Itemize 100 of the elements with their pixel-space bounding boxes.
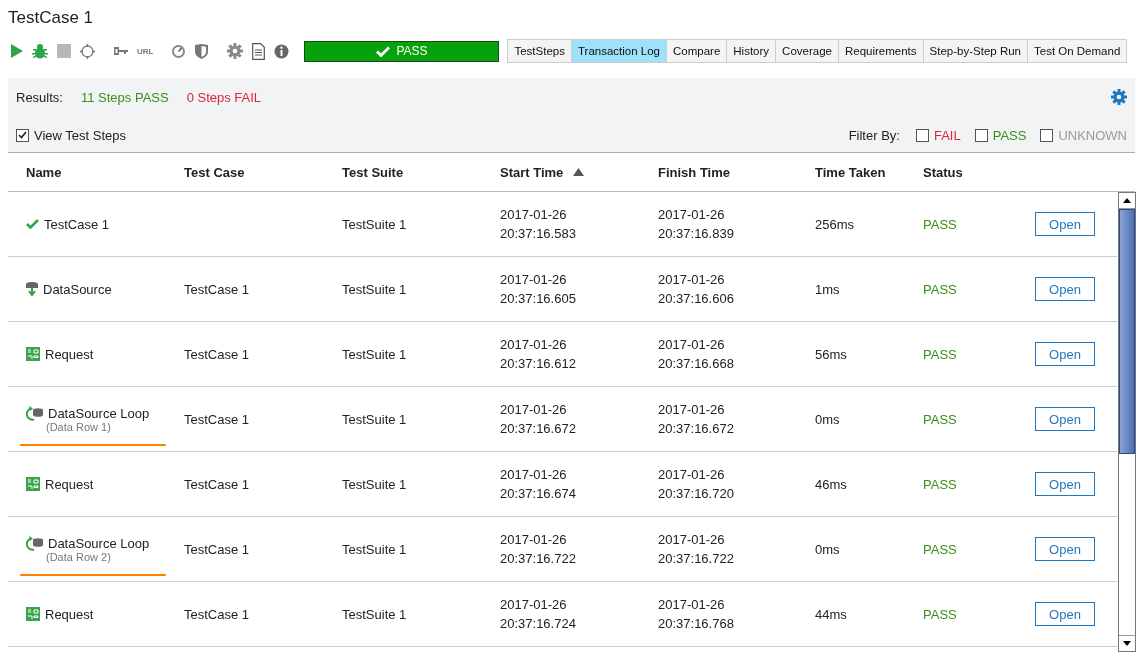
settings-icon[interactable] [1111, 89, 1127, 105]
tab[interactable]: Transaction Log [571, 40, 667, 62]
step-name: Request [45, 476, 94, 492]
document-icon[interactable] [252, 42, 266, 60]
table-cell: 56ms [815, 346, 847, 362]
table-cell: 2017-01-26 [500, 207, 567, 222]
status-text: PASS [396, 44, 428, 58]
table-cell: TestCase 1 [184, 346, 250, 362]
table-cell: 2017-01-26 [500, 402, 567, 417]
step-name: Request [45, 346, 94, 362]
table-cell: 20:37:16.839 [658, 226, 734, 241]
open-button[interactable]: Open [1035, 407, 1095, 431]
scroll-down-icon[interactable] [1123, 641, 1131, 646]
scrollbar[interactable] [1118, 192, 1136, 652]
tab[interactable]: Test On Demand [1028, 40, 1127, 62]
table-cell: 20:37:16.668 [658, 356, 734, 371]
table-cell: TestCase 1 [184, 606, 250, 622]
step-name: Request [45, 606, 94, 622]
soap-icon [26, 347, 40, 361]
checkmark-icon [18, 131, 27, 139]
tab[interactable]: Requirements [838, 40, 924, 62]
column-header[interactable]: Finish Time [658, 164, 730, 180]
soap-icon [26, 477, 40, 491]
table-cell: TestSuite 1 [342, 346, 407, 362]
scroll-up-icon[interactable] [1123, 198, 1131, 203]
gauge-icon[interactable] [171, 43, 187, 59]
table-cell: 0ms [815, 411, 840, 427]
tab[interactable]: TestSteps [508, 40, 572, 62]
table-cell: 20:37:16.722 [500, 551, 576, 566]
table-cell: 2017-01-26 [500, 597, 567, 612]
status-cell: PASS [923, 281, 957, 297]
status-cell: PASS [923, 606, 957, 622]
tab[interactable]: Coverage [776, 40, 839, 62]
table-cell: 2017-01-26 [658, 337, 725, 352]
target-icon[interactable] [80, 43, 95, 59]
run-icon[interactable] [11, 44, 23, 58]
info-icon[interactable] [274, 43, 290, 59]
table-cell: 0ms [815, 541, 840, 557]
results-label: Results: [16, 89, 63, 105]
table-cell: 20:37:16.674 [500, 486, 576, 501]
open-button[interactable]: Open [1035, 342, 1095, 366]
url-button[interactable]: URL [137, 46, 154, 56]
table-cell: 2017-01-26 [658, 467, 725, 482]
step-name: TestCase 1 [44, 216, 110, 232]
data-row-label: (Data Row 1) [46, 420, 111, 433]
column-header[interactable]: Start Time [500, 164, 564, 180]
view-test-steps-checkbox[interactable]: View Test Steps [16, 127, 126, 143]
table-cell: 20:37:16.722 [658, 551, 734, 566]
column-header[interactable]: Test Suite [342, 164, 404, 180]
table-cell: 20:37:16.606 [658, 291, 734, 306]
table-cell: 20:37:16.672 [500, 421, 576, 436]
check-icon [376, 45, 391, 57]
open-button[interactable]: Open [1035, 537, 1095, 561]
table-cell: 20:37:16.583 [500, 226, 576, 241]
column-header[interactable]: Status [923, 164, 963, 180]
table-cell: TestSuite 1 [342, 541, 407, 557]
test-case-title: TestCase 1 [7, 7, 95, 29]
table-cell: 2017-01-26 [500, 272, 567, 287]
column-header[interactable]: Name [26, 164, 62, 180]
open-button[interactable]: Open [1035, 472, 1095, 496]
status-cell: PASS [923, 411, 957, 427]
filter-checkbox[interactable]: FAIL [915, 127, 961, 143]
key-icon[interactable] [114, 47, 128, 55]
status-cell: PASS [923, 476, 957, 492]
table-cell: TestCase 1 [184, 411, 250, 427]
soap-icon [26, 607, 40, 621]
filter-label: Filter By: [848, 127, 900, 143]
table-cell: 2017-01-26 [500, 337, 567, 352]
table-cell: 20:37:16.720 [658, 486, 734, 501]
tab[interactable]: Step-by-Step Run [923, 40, 1028, 62]
open-button[interactable]: Open [1035, 602, 1095, 626]
status-cell: PASS [923, 346, 957, 362]
step-name: DataSource [43, 281, 112, 297]
table-cell: 20:37:16.724 [500, 616, 576, 631]
table-cell: TestSuite 1 [342, 606, 407, 622]
bug-icon[interactable] [32, 43, 48, 59]
column-header[interactable]: Time Taken [815, 164, 886, 180]
status-cell: PASS [923, 541, 957, 557]
open-button[interactable]: Open [1035, 212, 1095, 236]
tab[interactable]: Compare [667, 40, 728, 62]
table-cell: 2017-01-26 [500, 467, 567, 482]
open-button[interactable]: Open [1035, 277, 1095, 301]
pass-count: 11 Steps PASS [80, 89, 169, 105]
table-cell: TestCase 1 [184, 476, 250, 492]
table-cell: TestCase 1 [184, 541, 250, 557]
filter-checkbox[interactable]: PASS [974, 127, 1027, 143]
data-row-label: (Data Row 2) [46, 550, 111, 563]
tab[interactable]: History [727, 40, 777, 62]
table-cell: TestCase 1 [184, 281, 250, 297]
step-name: DataSource Loop [48, 535, 150, 551]
shield-icon[interactable] [195, 43, 209, 59]
settings-icon[interactable] [227, 43, 244, 59]
database-icon [26, 282, 38, 296]
table-cell: TestSuite 1 [342, 216, 407, 232]
table-cell: 2017-01-26 [658, 402, 725, 417]
table-cell: 2017-01-26 [500, 532, 567, 547]
column-header[interactable]: Test Case [184, 164, 245, 180]
table-cell: 2017-01-26 [658, 207, 725, 222]
table-cell: 2017-01-26 [658, 597, 725, 612]
table-cell: 46ms [815, 476, 847, 492]
